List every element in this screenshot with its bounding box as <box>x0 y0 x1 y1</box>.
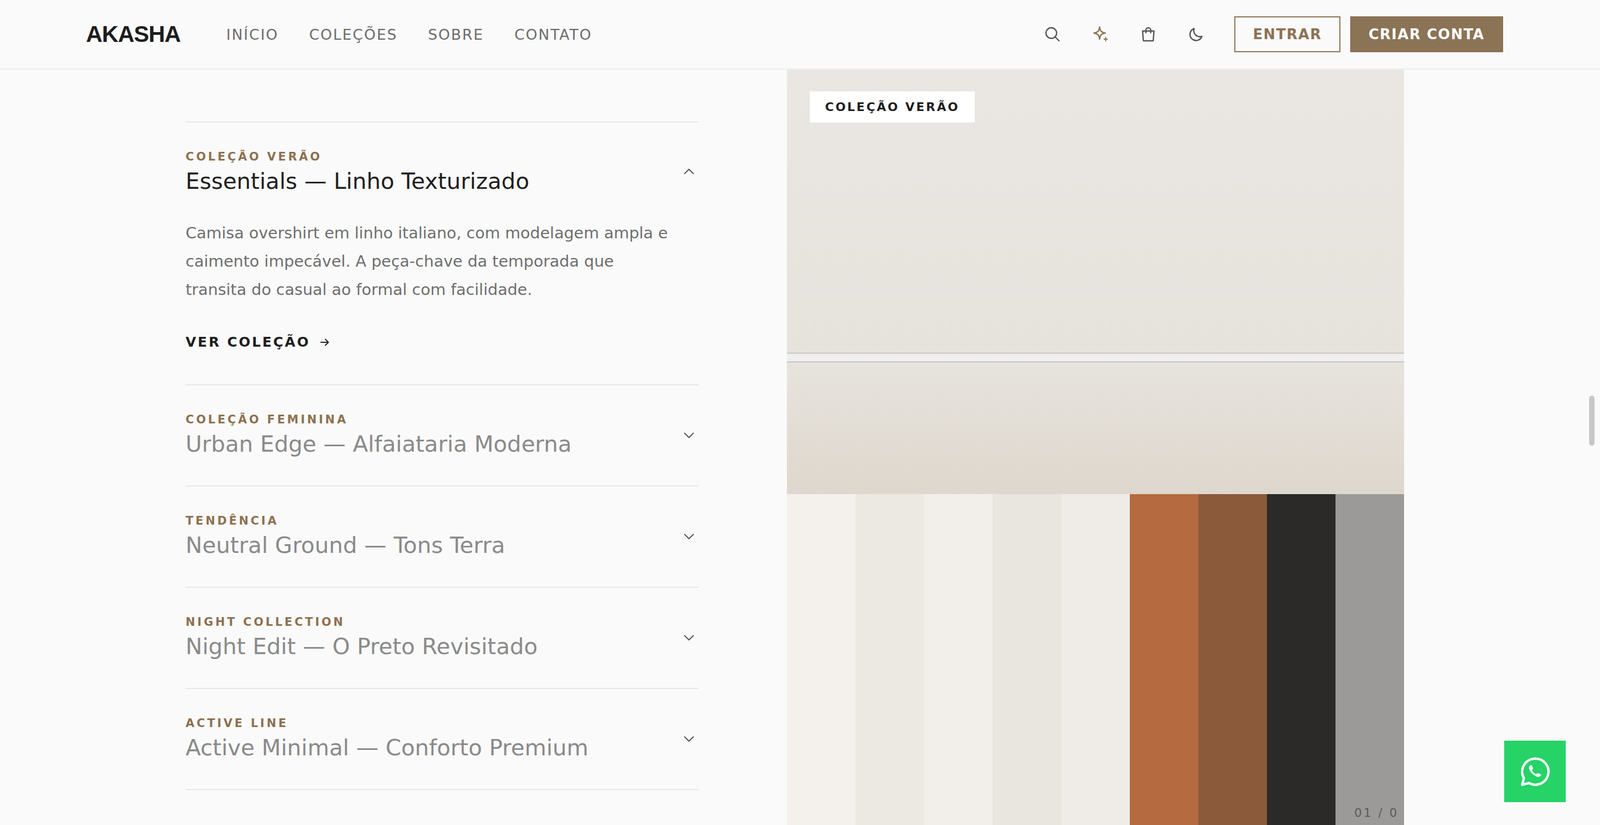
accordion-header[interactable]: NIGHT COLLECTION Night Edit — O Preto Rev… <box>185 587 699 688</box>
item-description: Camisa overshirt em linho italiano, com … <box>185 218 676 304</box>
arrow-right-icon <box>318 336 331 349</box>
category-label: TENDÊNCIA <box>185 513 506 528</box>
login-button[interactable]: ENTRAR <box>1234 16 1340 53</box>
category-label: ACTIVE LINE <box>185 716 589 731</box>
category-label: NIGHT COLLECTION <box>185 614 538 630</box>
chevron-down-icon[interactable] <box>682 529 696 543</box>
accordion-header[interactable]: COLEÇÃO VERÃO Essentials — Linho Texturiz… <box>185 122 699 195</box>
cart-icon[interactable] <box>1138 24 1159 45</box>
whatsapp-button[interactable] <box>1504 740 1566 803</box>
accordion-header[interactable]: ACTIVE LINE Active Minimal — Conforto Pre… <box>185 688 699 790</box>
sparkle-icon[interactable] <box>1090 24 1111 45</box>
item-title: Night Edit — O Preto Revisitado <box>185 633 538 660</box>
chevron-down-icon[interactable] <box>682 630 696 644</box>
slide-counter: 01 / 0 <box>1354 805 1399 820</box>
auth-buttons: ENTRAR CRIAR CONTA <box>1234 16 1504 53</box>
accordion-item: COLEÇÃO FEMININA Urban Edge — Alfaiataria… <box>185 384 699 486</box>
category-label: COLEÇÃO VERÃO <box>185 149 529 164</box>
item-title: Urban Edge — Alfaiataria Moderna <box>185 431 572 458</box>
accordion-item: TENDÊNCIA Neutral Ground — Tons Terra <box>185 485 699 587</box>
top-bar: AKASHA INÍCIO COLEÇÕES SOBRE CONTATO ENTRAR CR… <box>0 0 1600 70</box>
accordion-item: COLEÇÃO VERÃO Essentials — Linho Texturiz… <box>185 121 699 385</box>
item-title: Active Minimal — Conforto Premium <box>185 734 589 761</box>
accordion-body: Camisa overshirt em linho italiano, com … <box>185 194 699 385</box>
collection-photo: COLEÇÃO VERÃO 01 / 0 <box>786 69 1405 825</box>
scrollbar-thumb[interactable] <box>1589 395 1595 446</box>
logo[interactable]: AKASHA <box>85 21 181 48</box>
chevron-down-icon[interactable] <box>682 731 696 746</box>
category-label: COLEÇÃO FEMININA <box>185 412 572 427</box>
accordion-item: NIGHT COLLECTION Night Edit — O Preto Rev… <box>185 586 699 688</box>
view-collection-link[interactable]: VER COLEÇÃO <box>185 334 331 351</box>
chevron-down-icon[interactable] <box>682 428 696 442</box>
signup-button[interactable]: CRIAR CONTA <box>1350 16 1504 53</box>
item-title: Neutral Ground — Tons Terra <box>185 532 506 559</box>
accordion: COLEÇÃO VERÃO Essentials — Linho Texturiz… <box>185 69 699 825</box>
item-title: Essentials — Linho Texturizado <box>185 168 529 195</box>
nav-link[interactable]: SOBRE <box>427 26 484 43</box>
nav-link[interactable]: CONTATO <box>514 26 593 43</box>
nav-link[interactable]: INÍCIO <box>226 26 279 43</box>
collection-badge: COLEÇÃO VERÃO <box>809 91 975 123</box>
accordion-header[interactable]: COLEÇÃO FEMININA Urban Edge — Alfaiataria… <box>185 385 699 486</box>
whatsapp-icon <box>1517 754 1553 790</box>
accordion-header[interactable]: TENDÊNCIA Neutral Ground — Tons Terra <box>185 486 699 587</box>
collections-section: COLEÇÃO VERÃO Essentials — Linho Texturiz… <box>0 69 1600 825</box>
chevron-up-icon[interactable] <box>682 165 696 179</box>
moon-icon[interactable] <box>1186 24 1206 45</box>
nav-link[interactable]: COLEÇÕES <box>309 26 398 43</box>
search-icon[interactable] <box>1042 24 1063 45</box>
accordion-item: ACTIVE LINE Active Minimal — Conforto Pre… <box>185 687 699 791</box>
main-nav: INÍCIO COLEÇÕES SOBRE CONTATO <box>226 26 1044 43</box>
header-actions: ENTRAR CRIAR CONTA <box>1042 16 1504 53</box>
